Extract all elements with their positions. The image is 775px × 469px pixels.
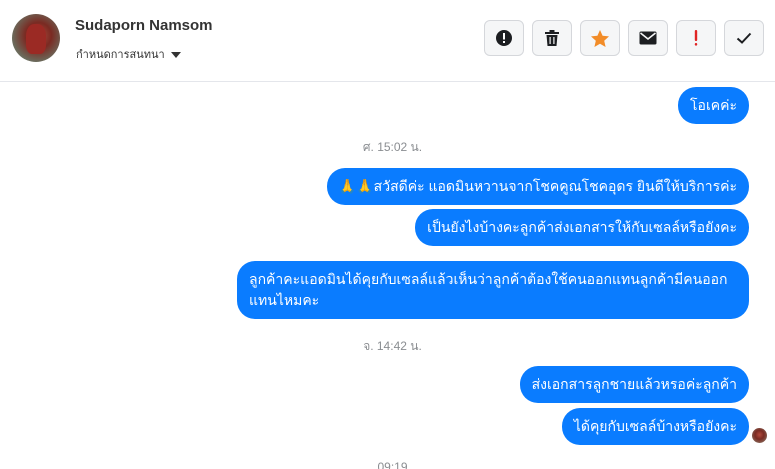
seen-avatar xyxy=(752,428,767,443)
envelope-icon xyxy=(639,31,657,45)
conversation-settings-label: กำหนดการสนทนา xyxy=(76,49,165,61)
star-icon xyxy=(591,29,609,47)
timestamp: จ. 14:42 น. xyxy=(363,339,422,353)
mark-spam-button[interactable] xyxy=(484,20,524,56)
message-bubble[interactable]: ลูกค้าคะแอดมินได้คุยกับเซลล์แล้วเห็นว่าล… xyxy=(237,261,749,319)
check-icon xyxy=(736,32,752,44)
follow-up-button[interactable] xyxy=(676,20,716,56)
conversation-settings-dropdown[interactable]: กำหนดการสนทนา xyxy=(76,45,181,63)
alert-circle-icon xyxy=(496,30,512,46)
timestamp: ศ. 15:02 น. xyxy=(362,140,423,154)
timestamp: 09:19 xyxy=(377,460,408,469)
conversation-header: Sudaporn Namsom กำหนดการสนทนา xyxy=(0,0,775,82)
caret-down-icon xyxy=(170,51,181,58)
message-bubble[interactable]: โอเคค่ะ xyxy=(678,87,749,124)
message-bubble[interactable]: เป็นยังไงบ้างคะลูกค้าส่งเอกสารให้กับเซลล… xyxy=(415,209,749,246)
exclamation-icon xyxy=(694,30,698,46)
message-bubble[interactable]: ได้คุยกับเซลล์บ้างหรือยังคะ xyxy=(561,408,749,445)
message-thread[interactable]: โอเคค่ะ ศ. 15:02 น. 🙏🙏สวัสดีค่ะ แอดมินหว… xyxy=(0,83,775,469)
contact-avatar[interactable] xyxy=(12,14,60,62)
contact-name[interactable]: Sudaporn Namsom xyxy=(75,17,213,34)
trash-icon xyxy=(545,30,559,46)
mark-done-button[interactable] xyxy=(724,20,764,56)
delete-button[interactable] xyxy=(532,20,572,56)
star-button[interactable] xyxy=(580,20,620,56)
action-toolbar xyxy=(484,20,764,56)
message-bubble[interactable]: ส่งเอกสารลูกชายแล้วหรอค่ะลูกค้า xyxy=(519,366,749,403)
message-bubble[interactable]: 🙏🙏สวัสดีค่ะ แอดมินหวานจากโชคคูณโชคอุดร ย… xyxy=(326,168,749,205)
mark-unread-button[interactable] xyxy=(628,20,668,56)
